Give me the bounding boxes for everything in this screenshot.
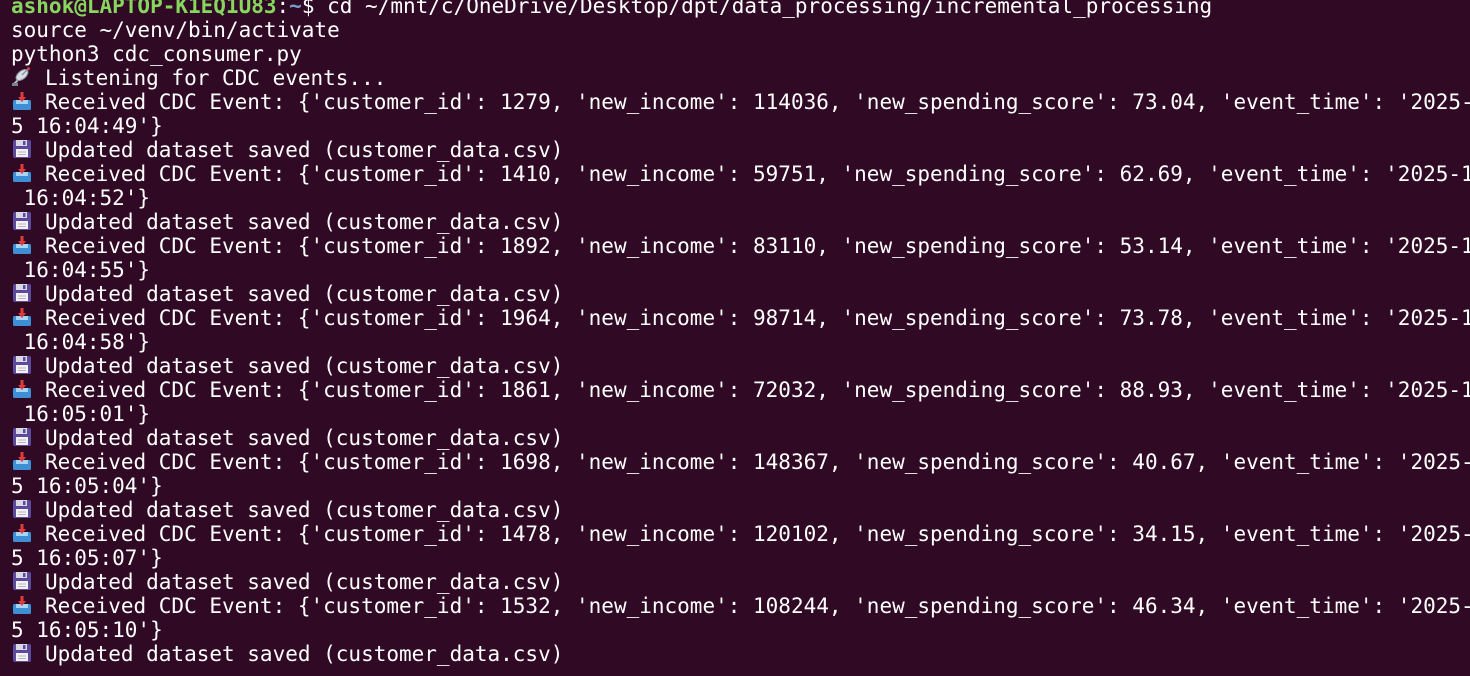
output-line: 16:04:52'} bbox=[0, 186, 1470, 210]
output-line: Updated dataset saved (customer_data.csv… bbox=[0, 426, 1470, 450]
output-line: Updated dataset saved (customer_data.csv… bbox=[0, 138, 1470, 162]
output-line: Received CDC Event: {'customer_id': 1964… bbox=[0, 306, 1470, 330]
floppy-disk-icon bbox=[11, 499, 33, 519]
output-line-text: 16:05:01'} bbox=[11, 402, 151, 426]
output-line-text: Updated dataset saved (customer_data.csv… bbox=[45, 426, 564, 450]
floppy-disk-icon bbox=[11, 355, 33, 375]
output-line-text: source ~/venv/bin/activate bbox=[11, 18, 340, 42]
output-line: Received CDC Event: {'customer_id': 1478… bbox=[0, 522, 1470, 546]
output-line: 5 16:05:07'} bbox=[0, 546, 1470, 570]
floppy-disk-icon bbox=[11, 643, 33, 663]
output-line-text: 5 16:05:04'} bbox=[11, 474, 163, 498]
output-line-text: Updated dataset saved (customer_data.csv… bbox=[45, 282, 564, 306]
inbox-tray-icon bbox=[11, 523, 33, 543]
output-line-text: Listening for CDC events... bbox=[45, 66, 387, 90]
output-line-text: 16:04:58'} bbox=[11, 330, 151, 354]
prompt-user-host: ashok@LAPTOP-K1EQ1U83 bbox=[11, 0, 277, 18]
floppy-disk-icon bbox=[11, 427, 33, 447]
output-line: 16:05:01'} bbox=[0, 402, 1470, 426]
prompt-line: ashok@LAPTOP-K1EQ1U83:~$ cd ~/mnt/c/OneD… bbox=[0, 0, 1470, 18]
output-line: Received CDC Event: {'customer_id': 1410… bbox=[0, 162, 1470, 186]
output-line: Updated dataset saved (customer_data.csv… bbox=[0, 282, 1470, 306]
output-line: Updated dataset saved (customer_data.csv… bbox=[0, 210, 1470, 234]
floppy-disk-icon bbox=[11, 283, 33, 303]
output-line: 5 16:05:10'} bbox=[0, 618, 1470, 642]
output-line: Updated dataset saved (customer_data.csv… bbox=[0, 570, 1470, 594]
output-line-text: python3 cdc_consumer.py bbox=[11, 42, 302, 66]
inbox-tray-icon bbox=[11, 595, 33, 615]
inbox-tray-icon bbox=[11, 451, 33, 471]
output-line-text: Received CDC Event: {'customer_id': 1279… bbox=[45, 90, 1470, 114]
output-line: Received CDC Event: {'customer_id': 1698… bbox=[0, 450, 1470, 474]
output-line-text: 5 16:04:49'} bbox=[11, 114, 163, 138]
output-line-text: 5 16:05:07'} bbox=[11, 546, 163, 570]
prompt-separator: : bbox=[276, 0, 290, 18]
output-line: Updated dataset saved (customer_data.csv… bbox=[0, 498, 1470, 522]
prompt-path: ~ bbox=[289, 0, 302, 18]
output-line-text: 5 16:05:10'} bbox=[11, 618, 163, 642]
output-line: Received CDC Event: {'customer_id': 1279… bbox=[0, 90, 1470, 114]
output-line: python3 cdc_consumer.py bbox=[0, 42, 1470, 66]
prompt-symbol: $ bbox=[301, 0, 328, 18]
floppy-disk-icon bbox=[11, 571, 33, 591]
satellite-antenna-icon bbox=[11, 67, 33, 87]
output-lines: source ~/venv/bin/activate python3 cdc_co… bbox=[0, 18, 1470, 666]
output-line-text: 16:04:55'} bbox=[11, 258, 151, 282]
output-line: Updated dataset saved (customer_data.csv… bbox=[0, 642, 1470, 666]
output-line-text: Received CDC Event: {'customer_id': 1892… bbox=[45, 234, 1470, 258]
output-line: 16:04:58'} bbox=[0, 330, 1470, 354]
output-line-text: 16:04:52'} bbox=[11, 186, 151, 210]
output-line: Listening for CDC events... bbox=[0, 66, 1470, 90]
inbox-tray-icon bbox=[11, 163, 33, 183]
output-line: 5 16:04:49'} bbox=[0, 114, 1470, 138]
output-line-text: Updated dataset saved (customer_data.csv… bbox=[45, 570, 564, 594]
output-line-text: Received CDC Event: {'customer_id': 1532… bbox=[45, 594, 1470, 618]
floppy-disk-icon bbox=[11, 139, 33, 159]
output-line-text: Updated dataset saved (customer_data.csv… bbox=[45, 210, 564, 234]
output-line: source ~/venv/bin/activate bbox=[0, 18, 1470, 42]
output-line-text: Received CDC Event: {'customer_id': 1478… bbox=[45, 522, 1470, 546]
inbox-tray-icon bbox=[11, 379, 33, 399]
output-line-text: Updated dataset saved (customer_data.csv… bbox=[45, 498, 564, 522]
output-line: Updated dataset saved (customer_data.csv… bbox=[0, 354, 1470, 378]
output-line-text: Received CDC Event: {'customer_id': 1698… bbox=[45, 450, 1470, 474]
output-line-text: Received CDC Event: {'customer_id': 1964… bbox=[45, 306, 1470, 330]
terminal-window[interactable]: ashok@LAPTOP-K1EQ1U83:~$ cd ~/mnt/c/OneD… bbox=[0, 0, 1470, 676]
output-line-text: Received CDC Event: {'customer_id': 1410… bbox=[45, 162, 1470, 186]
prompt-command: cd ~/mnt/c/OneDrive/Desktop/dpt/data_pro… bbox=[327, 0, 1213, 18]
output-line: 16:04:55'} bbox=[0, 258, 1470, 282]
output-line: 5 16:05:04'} bbox=[0, 474, 1470, 498]
terminal-output: ashok@LAPTOP-K1EQ1U83:~$ cd ~/mnt/c/OneD… bbox=[0, 0, 1470, 666]
inbox-tray-icon bbox=[11, 235, 33, 255]
output-line-text: Updated dataset saved (customer_data.csv… bbox=[45, 642, 564, 666]
inbox-tray-icon bbox=[11, 307, 33, 327]
output-line-text: Updated dataset saved (customer_data.csv… bbox=[45, 354, 564, 378]
output-line-text: Received CDC Event: {'customer_id': 1861… bbox=[45, 378, 1470, 402]
output-line: Received CDC Event: {'customer_id': 1861… bbox=[0, 378, 1470, 402]
inbox-tray-icon bbox=[11, 91, 33, 111]
output-line-text: Updated dataset saved (customer_data.csv… bbox=[45, 138, 564, 162]
output-line: Received CDC Event: {'customer_id': 1892… bbox=[0, 234, 1470, 258]
floppy-disk-icon bbox=[11, 211, 33, 231]
output-line: Received CDC Event: {'customer_id': 1532… bbox=[0, 594, 1470, 618]
